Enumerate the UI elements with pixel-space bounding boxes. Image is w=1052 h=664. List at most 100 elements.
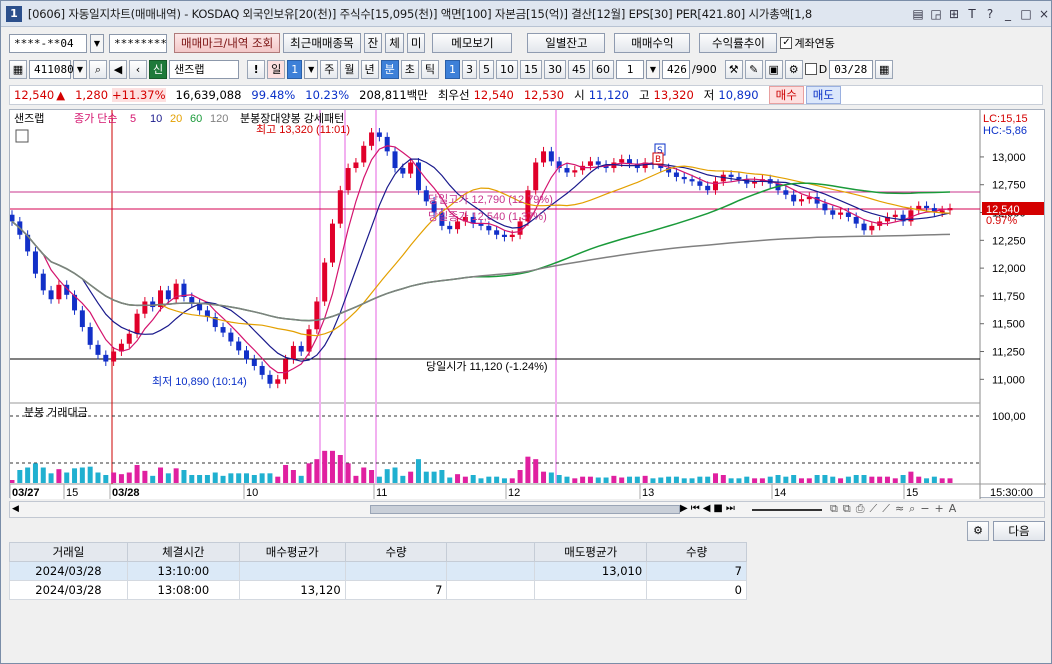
column-header[interactable]: 매도평균가 — [534, 542, 648, 562]
interval-60[interactable]: 60 — [592, 59, 614, 79]
volume-bar — [165, 473, 171, 483]
unfilled-button[interactable]: 미 — [406, 33, 426, 53]
table-row[interactable]: 2024/03/28 13:10:00 13,010 7 — [9, 561, 747, 581]
account-link-checkbox[interactable]: ✓ 계좌연동 — [780, 35, 835, 51]
volume-bar — [838, 478, 844, 483]
period-day-count[interactable]: 1 — [287, 59, 303, 79]
period-month[interactable]: 월 — [340, 59, 359, 79]
back-icon[interactable]: ◀ — [703, 503, 711, 514]
stop-icon[interactable]: ■ — [713, 503, 722, 514]
window-control-icon[interactable]: _ — [1001, 6, 1015, 22]
volume-bar — [611, 475, 617, 483]
calendar-icon[interactable]: ▦ — [875, 59, 894, 79]
password-field[interactable]: ******** — [109, 33, 167, 53]
minus-icon[interactable]: − — [920, 502, 929, 516]
period-minute[interactable]: 분 — [380, 59, 399, 79]
settings-icon[interactable]: ⚙ — [967, 521, 989, 541]
column-header[interactable]: 거래일 — [9, 542, 128, 562]
interval-10[interactable]: 10 — [496, 59, 518, 79]
table-row[interactable]: 2024/03/28 13:08:00 13,120 7 0 — [9, 580, 747, 600]
paste-icon[interactable]: ⧉ — [843, 502, 851, 516]
window-control-icon[interactable]: T — [965, 6, 979, 22]
volume-bar — [939, 478, 945, 483]
plus-icon[interactable]: + — [935, 502, 944, 516]
code-dropdown-icon[interactable]: ▼ — [73, 59, 87, 79]
gear-icon[interactable]: ⚙ — [784, 59, 803, 79]
stock-name-field[interactable]: 샌즈랩 — [169, 59, 240, 79]
line-tool-icon[interactable]: ⟋ — [870, 502, 878, 516]
period-week[interactable]: 주 — [320, 59, 339, 79]
balance-button[interactable]: 잔 — [363, 33, 383, 53]
account-dropdown-icon[interactable]: ▼ — [90, 33, 104, 53]
window-control-icon[interactable]: ◲ — [929, 6, 943, 22]
executed-button[interactable]: 체 — [385, 33, 404, 53]
forward-icon[interactable]: ⏭ — [726, 503, 735, 514]
column-header[interactable]: 수량 — [646, 542, 747, 562]
volume-bar — [118, 474, 124, 483]
daily-balance-button[interactable]: 일별잔고 — [527, 33, 606, 53]
memo-button[interactable]: 메모보기 — [432, 33, 513, 53]
buy-button[interactable]: 매수 — [768, 86, 804, 104]
next-button[interactable]: 다음 — [993, 521, 1045, 541]
count-dropdown-icon[interactable]: ▼ — [646, 59, 660, 79]
window-control-icon[interactable]: × — [1037, 6, 1051, 22]
print-icon[interactable]: ⎙ — [856, 502, 865, 516]
period-tick[interactable]: 틱 — [420, 59, 439, 79]
stock-code-field[interactable]: 411080 — [29, 59, 74, 79]
rewind-icon[interactable]: ⏮ — [691, 503, 700, 514]
column-header[interactable]: 매수평균가 — [238, 542, 346, 562]
window-control-icon[interactable]: □ — [1019, 6, 1033, 22]
scroll-left-icon[interactable]: ◀ — [12, 504, 19, 514]
tools-icon[interactable]: ⚒ — [724, 59, 743, 79]
play-next-icon[interactable]: ▶ — [680, 503, 688, 514]
prev-icon[interactable]: ‹ — [129, 59, 147, 79]
recent-trade-button[interactable]: 최근매매종목 — [283, 33, 361, 53]
window-control-icon[interactable]: ⊞ — [947, 6, 961, 22]
zoom-icon[interactable]: ⌕ — [909, 502, 915, 516]
column-header[interactable]: 체결시간 — [126, 542, 240, 562]
period-second[interactable]: 초 — [400, 59, 419, 79]
scroll-thumb[interactable] — [370, 505, 680, 514]
volume-bar — [759, 478, 765, 483]
window-control-icon[interactable]: ? — [983, 6, 997, 22]
d-checkbox[interactable] — [804, 63, 817, 75]
copy-icon[interactable]: ⧉ — [830, 502, 838, 516]
checkbox-checked-icon[interactable]: ✓ — [780, 37, 793, 49]
search-icon[interactable]: ⌕ — [89, 59, 107, 79]
period-year[interactable]: 년 — [360, 59, 379, 79]
zoom-slider[interactable] — [752, 509, 822, 511]
period-dropdown-icon[interactable]: ▼ — [304, 59, 319, 79]
sell-button[interactable]: 매도 — [805, 86, 841, 104]
fib-tool-icon[interactable]: ⟋ — [882, 502, 890, 516]
chart-area[interactable]: 13,00012,75012,50012,25012,00011,75011,5… — [9, 109, 1046, 499]
interval-1[interactable]: 1 — [445, 59, 460, 79]
trade-mark-button[interactable]: 매매마크/내역 조회 — [174, 33, 281, 53]
account-field[interactable]: ****-**04 — [9, 33, 87, 53]
interval-45[interactable]: 45 — [568, 59, 590, 79]
profit-rate-button[interactable]: 수익률추이 — [699, 33, 778, 53]
interval-5[interactable]: 5 — [479, 59, 494, 79]
date-field[interactable]: 03/28 — [829, 59, 874, 79]
text-tool-icon[interactable]: A — [949, 502, 957, 516]
period-day[interactable]: 일 — [267, 59, 286, 79]
save-icon[interactable]: ▣ — [764, 59, 783, 79]
chart-scrollbar[interactable]: ◀ ▶ ⏮ ◀ ■ ⏭ ⧉ ⧉ ⎙ ⟋ ⟋ ≈ ⌕ − + A — [9, 501, 1045, 518]
interval-30[interactable]: 30 — [544, 59, 566, 79]
column-header[interactable] — [446, 542, 536, 562]
count-field[interactable]: 1 — [616, 59, 644, 79]
candle-body — [728, 174, 734, 177]
candle-body — [572, 170, 578, 173]
trade-profit-button[interactable]: 매매수익 — [614, 33, 691, 53]
volume-bar — [439, 470, 445, 483]
page-field[interactable]: 426 — [662, 59, 690, 79]
column-header[interactable]: 수량 — [344, 542, 448, 562]
draw-icon[interactable]: ✎ — [744, 59, 763, 79]
interval-15[interactable]: 15 — [520, 59, 542, 79]
interval-3[interactable]: 3 — [462, 59, 477, 79]
chart-menu-icon[interactable]: ▦ — [9, 59, 27, 79]
price-chart[interactable]: 13,00012,75012,50012,25012,00011,75011,5… — [9, 110, 1046, 499]
window-control-icon[interactable]: ▤ — [911, 6, 925, 22]
wave-tool-icon[interactable]: ≈ — [895, 502, 904, 516]
warning-icon[interactable]: ! — [247, 59, 266, 79]
speaker-icon[interactable]: ◀ — [109, 59, 127, 79]
